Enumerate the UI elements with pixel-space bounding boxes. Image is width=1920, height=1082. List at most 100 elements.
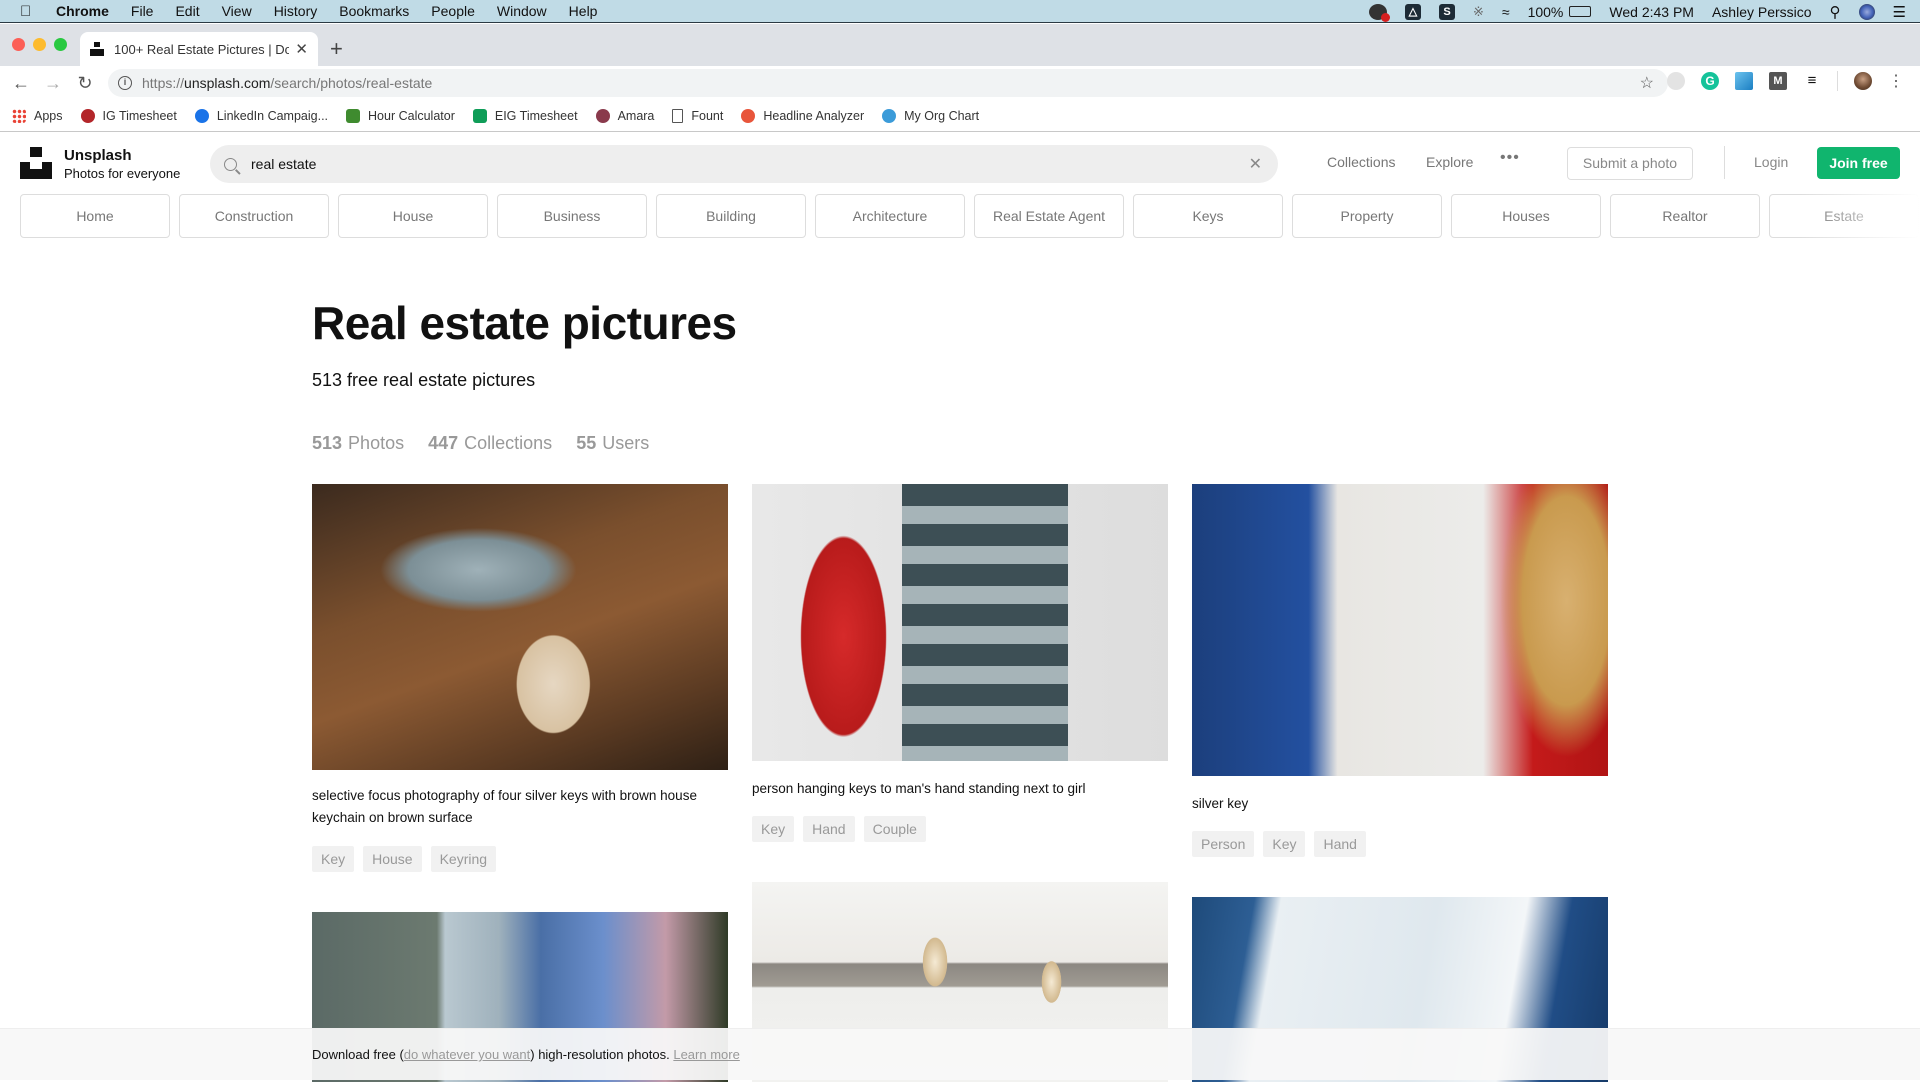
extension-grey-icon[interactable] (1667, 72, 1685, 90)
bookmark-amara[interactable]: Amara (595, 108, 655, 123)
url-host: unsplash.com (184, 75, 271, 91)
minimize-window-button[interactable] (33, 38, 46, 51)
tag-chip[interactable]: House (363, 846, 422, 872)
tag-chip[interactable]: Key (1263, 831, 1306, 857)
wifi-icon[interactable]: ≈ (1502, 4, 1510, 20)
ig-icon (80, 108, 95, 123)
menu-app-chrome[interactable]: Chrome (56, 3, 109, 19)
related-chip-architecture[interactable]: Architecture (815, 194, 965, 238)
related-chip-business[interactable]: Business (497, 194, 647, 238)
notification-center-icon[interactable]: ☰ (1893, 3, 1906, 21)
clear-search-icon[interactable]: ✕ (1249, 154, 1262, 174)
tab-collections[interactable]: 447 Collections (428, 433, 552, 454)
mailtrack-icon[interactable]: M (1769, 72, 1787, 90)
brand[interactable]: Unsplash Photos for everyone (64, 147, 180, 181)
close-window-button[interactable] (12, 38, 25, 51)
tag-chip[interactable]: Keyring (430, 846, 497, 872)
clock[interactable]: Wed 2:43 PM (1609, 4, 1694, 20)
amara-icon (595, 108, 610, 123)
bookmark-apps[interactable]: Apps (12, 108, 63, 123)
bookmark-ig-timesheet[interactable]: IG Timesheet (80, 108, 177, 123)
menu-edit[interactable]: Edit (175, 3, 199, 19)
grammarly-icon[interactable]: G (1701, 72, 1719, 90)
nav-collections[interactable]: Collections (1327, 154, 1395, 170)
close-tab-icon[interactable]: ✕ (295, 40, 308, 58)
bookmark-fount[interactable]: Fount (672, 108, 723, 123)
buffer-icon[interactable]: ≡ (1803, 72, 1821, 90)
more-options-icon[interactable]: ••• (1500, 149, 1520, 167)
apple-icon[interactable]:  (20, 3, 38, 20)
google-drive-icon[interactable]: △ (1404, 3, 1421, 20)
learn-more-link[interactable]: Learn more (673, 1047, 739, 1062)
submit-photo-button[interactable]: Submit a photo (1567, 147, 1693, 180)
tag-chip[interactable]: Couple (863, 816, 926, 842)
related-chip-realtor[interactable]: Realtor (1610, 194, 1760, 238)
menu-bookmarks[interactable]: Bookmarks (339, 3, 409, 19)
browser-tab-active[interactable]: 100+ Real Estate Pictures | Download Fre… (80, 32, 318, 66)
bookmark-label: Apps (34, 108, 63, 123)
site-info-icon[interactable]: i (118, 76, 132, 90)
menu-history[interactable]: History (274, 3, 318, 19)
address-bar[interactable]: i https://unsplash.com/search/photos/rea… (108, 69, 1668, 97)
join-free-button[interactable]: Join free (1817, 147, 1900, 179)
related-chip-home[interactable]: Home (20, 194, 170, 238)
related-chip-property[interactable]: Property (1292, 194, 1442, 238)
tag-chip[interactable]: Hand (803, 816, 855, 842)
bookmark-headline-analyzer[interactable]: Headline Analyzer (741, 108, 864, 123)
related-chip-house[interactable]: House (338, 194, 488, 238)
tag-chip[interactable]: Person (1192, 831, 1255, 857)
menu-window[interactable]: Window (497, 3, 547, 19)
photo-couple-keys[interactable] (752, 484, 1168, 761)
search-input[interactable] (251, 156, 1151, 172)
bookmark-label: Amara (617, 108, 655, 123)
related-chip-real-estate-agent[interactable]: Real Estate Agent (974, 194, 1124, 238)
user-name[interactable]: Ashley Perssico (1712, 4, 1812, 20)
license-link[interactable]: do whatever you want (404, 1047, 530, 1062)
tab-photos[interactable]: 513 Photos (312, 433, 404, 454)
bookmark-my-org-chart[interactable]: My Org Chart (882, 108, 979, 123)
creative-cloud-icon[interactable] (1368, 3, 1390, 22)
login-link[interactable]: Login (1754, 154, 1788, 170)
reload-button[interactable]: ↻ (74, 73, 96, 94)
bookmark-star-icon[interactable]: ☆ (1640, 73, 1654, 93)
page-title: Real estate pictures (312, 297, 737, 349)
spotlight-search-icon[interactable]: ⚲ (1830, 3, 1841, 21)
maximize-window-button[interactable] (54, 38, 67, 51)
unsplash-logo-icon[interactable] (20, 147, 52, 179)
banner-text-prefix: Download free ( (312, 1047, 404, 1062)
related-chip-building[interactable]: Building (656, 194, 806, 238)
back-button[interactable]: ← (10, 73, 32, 94)
related-chip-construction[interactable]: Construction (179, 194, 329, 238)
chrome-menu-icon[interactable]: ⋮ (1888, 71, 1904, 91)
brand-tagline: Photos for everyone (64, 166, 181, 181)
forward-button[interactable]: → (42, 73, 64, 94)
related-chip-keys[interactable]: Keys (1133, 194, 1283, 238)
bluetooth-icon[interactable]: ※ (1473, 4, 1484, 20)
tag-chip[interactable]: Hand (1314, 831, 1366, 857)
battery-icon[interactable] (1569, 6, 1592, 17)
siri-icon[interactable] (1858, 3, 1875, 20)
profile-avatar[interactable] (1854, 72, 1872, 90)
menu-file[interactable]: File (131, 3, 154, 19)
new-tab-button[interactable]: + (330, 36, 343, 62)
tag-chip[interactable]: Key (752, 816, 795, 842)
bookmark-hour-calculator[interactable]: Hour Calculator (346, 108, 455, 123)
count-number: 447 (428, 433, 459, 453)
bookmark-label: EIG Timesheet (494, 108, 578, 123)
tag-chip[interactable]: Key (312, 846, 355, 872)
photo-keys-house-keychain[interactable] (312, 484, 728, 770)
photo-silver-key-handover[interactable] (1192, 484, 1608, 776)
related-chip-houses[interactable]: Houses (1451, 194, 1601, 238)
menu-help[interactable]: Help (569, 3, 598, 19)
s-shield-icon[interactable]: S (1438, 3, 1455, 20)
tab-users[interactable]: 55 Users (576, 433, 649, 454)
bookmark-eig-timesheet[interactable]: EIG Timesheet (472, 108, 578, 123)
browser-toolbar: ← → ↻ i https://unsplash.com/search/phot… (0, 66, 1920, 100)
count-number: 55 (576, 433, 597, 453)
menu-people[interactable]: People (431, 3, 475, 19)
bookmark-label: Hour Calculator (368, 108, 455, 123)
bookmark-linkedin-campaign[interactable]: LinkedIn Campaig... (194, 108, 328, 123)
menu-view[interactable]: View (222, 3, 252, 19)
extension-wave-icon[interactable] (1735, 72, 1753, 90)
nav-explore[interactable]: Explore (1426, 154, 1473, 170)
